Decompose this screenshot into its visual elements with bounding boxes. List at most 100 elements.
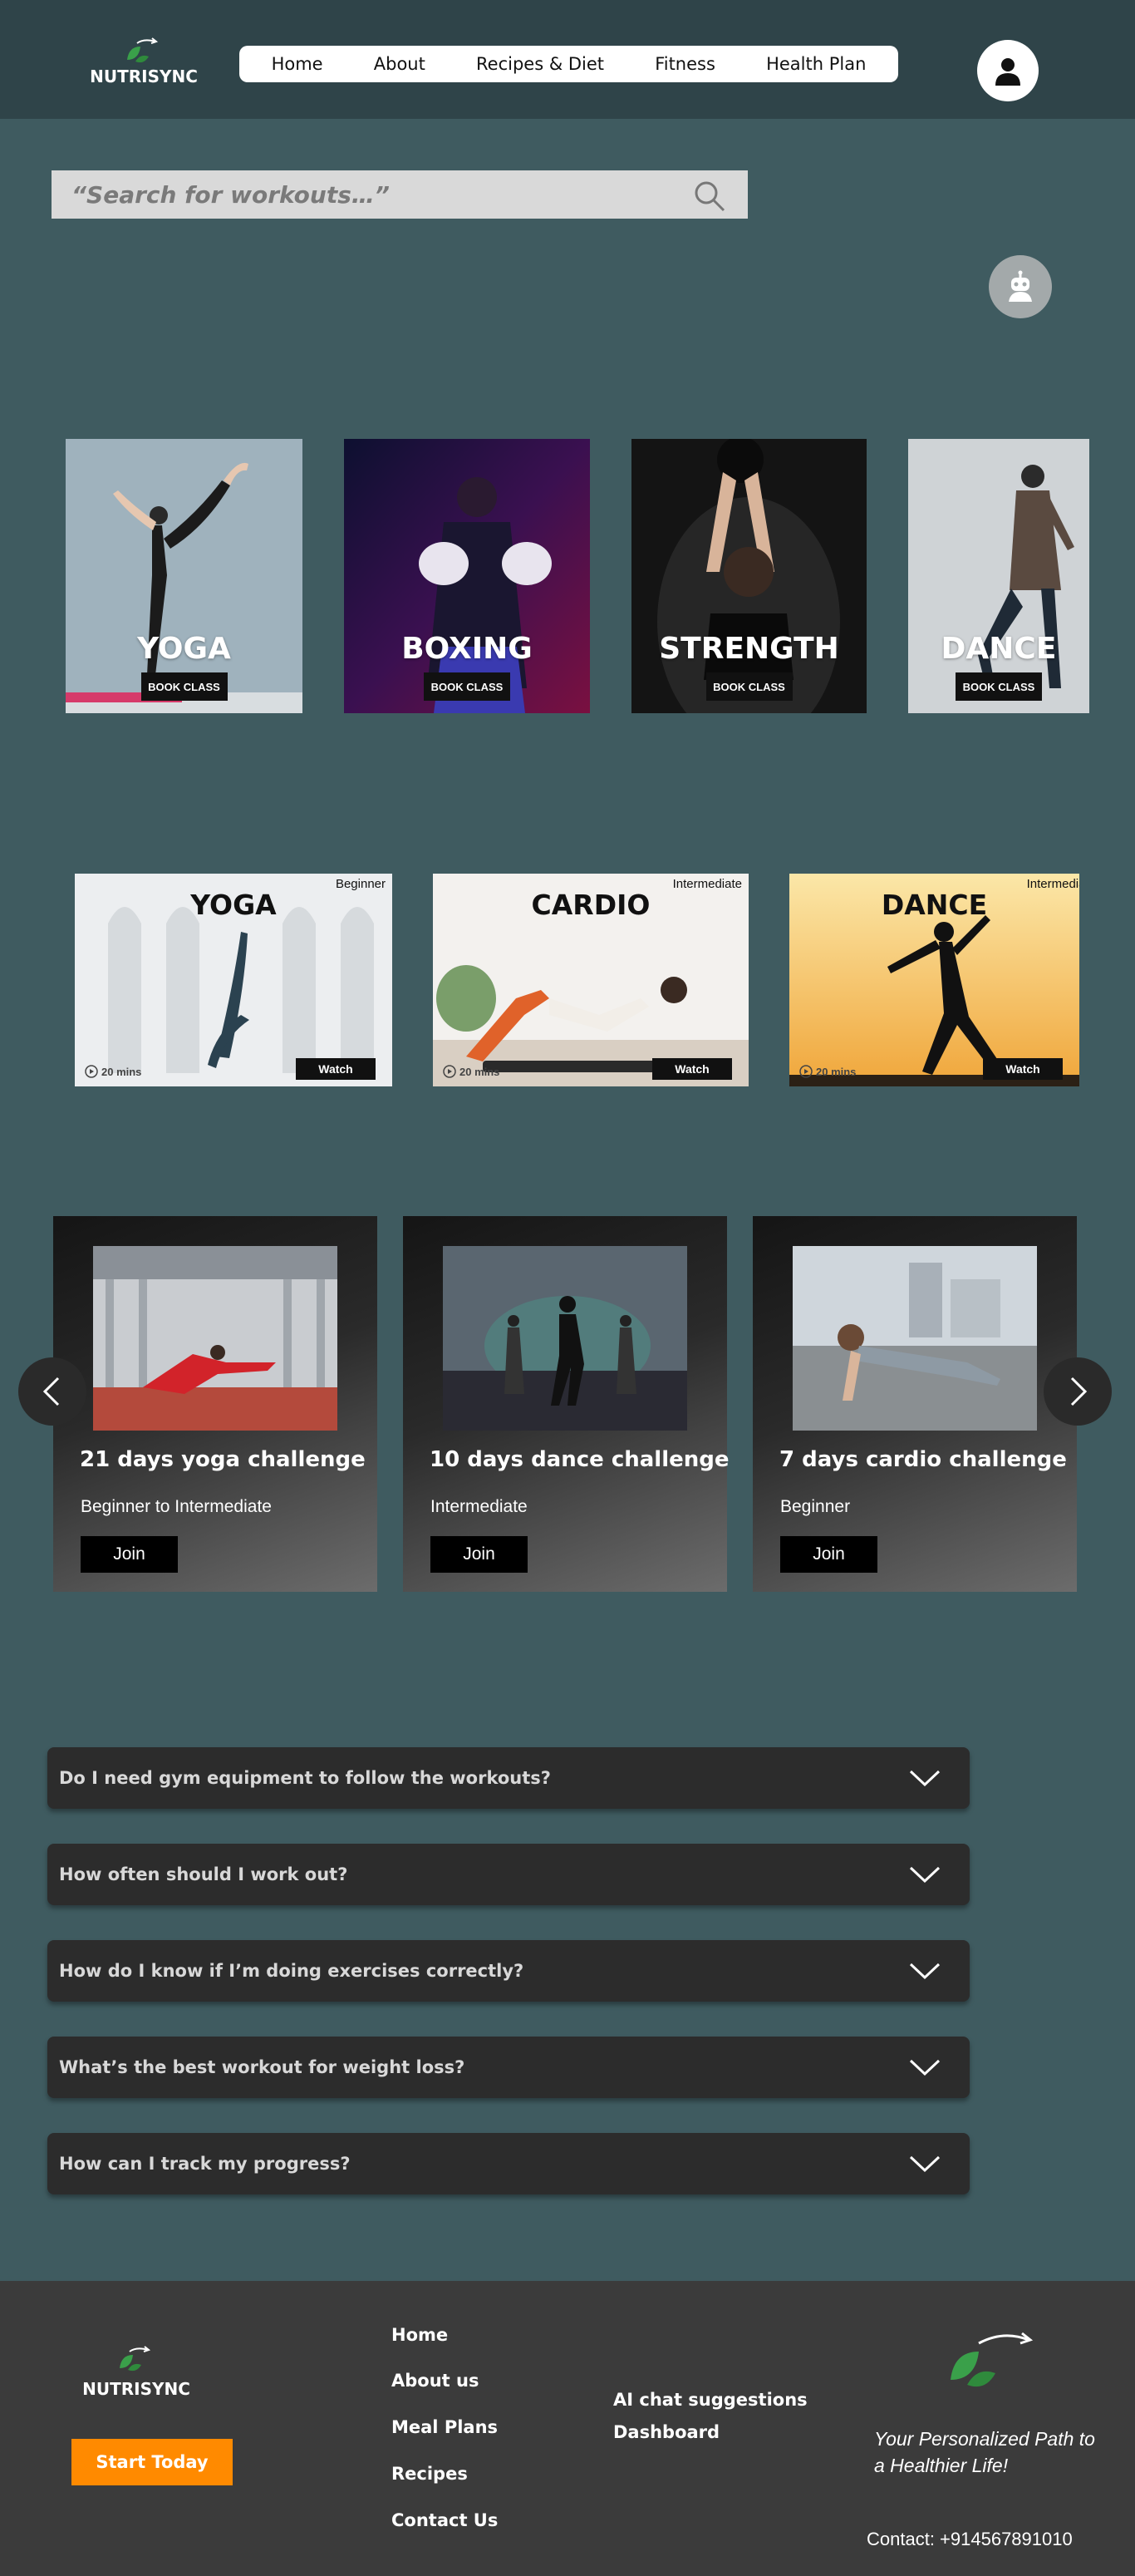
leaf-logo-icon — [127, 37, 159, 63]
brand-name: NUTRISYNC — [90, 66, 198, 86]
class-title: YOGA — [137, 632, 231, 666]
challenge-photo — [793, 1246, 1037, 1431]
watch-button[interactable]: Watch — [296, 1058, 376, 1080]
video-card-cardio[interactable]: CARDIO Intermediate 20 mins Watch — [433, 874, 749, 1086]
faq-question: What’s the best workout for weight loss? — [59, 2057, 465, 2077]
footer-contact: Contact: +914567891010 — [867, 2529, 1073, 2549]
faq-item[interactable]: Do I need gym equipment to follow the wo… — [47, 1747, 970, 1809]
challenge-title: 21 days yoga challenge — [80, 1447, 366, 1472]
footer-link-about-us[interactable]: About us — [391, 2371, 479, 2391]
start-today-button[interactable]: Start Today — [71, 2439, 233, 2485]
footer-link-contact-us[interactable]: Contact Us — [391, 2510, 498, 2530]
chevron-down-icon — [909, 2155, 941, 2173]
video-title: CARDIO — [531, 889, 651, 921]
chevron-left-icon — [42, 1377, 60, 1406]
join-button[interactable]: Join — [81, 1536, 178, 1573]
main-nav: Home About Recipes & Diet Fitness Health… — [239, 46, 898, 82]
chevron-right-icon — [1070, 1377, 1088, 1406]
footer-brand-logo[interactable]: NUTRISYNC — [78, 2340, 194, 2399]
challenge-photo — [93, 1246, 337, 1431]
join-button[interactable]: Join — [780, 1536, 877, 1573]
brand-logo[interactable]: NUTRISYNC — [90, 32, 198, 86]
class-title: STRENGTH — [659, 632, 839, 666]
chevron-down-icon — [909, 1963, 941, 1980]
faq-item[interactable]: How do I know if I’m doing exercises cor… — [47, 1940, 970, 2002]
search-bar — [52, 170, 748, 219]
watch-button[interactable]: Watch — [983, 1058, 1063, 1080]
faq-item[interactable]: How can I track my progress? — [47, 2133, 970, 2194]
book-class-button[interactable]: BOOK CLASS — [705, 672, 793, 701]
challenge-card-dance: 10 days dance challenge Intermediate Joi… — [403, 1216, 730, 1592]
challenge-photo — [443, 1246, 687, 1431]
footer-brand-name: NUTRISYNC — [82, 2379, 190, 2399]
challenge-level: Beginner to Intermediate — [81, 1497, 272, 1516]
chevron-down-icon — [909, 1866, 941, 1884]
user-icon — [995, 58, 1020, 86]
search-input[interactable] — [71, 180, 686, 209]
duration-label: 20 mins — [101, 1065, 142, 1078]
join-button[interactable]: Join — [430, 1536, 528, 1573]
duration: 20 mins — [799, 1065, 856, 1078]
ai-chat-button[interactable] — [989, 255, 1052, 318]
level-label: Beginner — [335, 877, 386, 891]
book-class-button[interactable]: BOOK CLASS — [424, 672, 510, 701]
chevron-down-icon — [909, 1770, 941, 1787]
faq-item[interactable]: What’s the best workout for weight loss? — [47, 2037, 970, 2098]
nav-home[interactable]: Home — [272, 54, 323, 74]
play-circle-icon — [443, 1065, 456, 1078]
nav-health-plan[interactable]: Health Plan — [766, 54, 866, 74]
faq-question: How do I know if I’m doing exercises cor… — [59, 1961, 524, 1981]
faq-question: How can I track my progress? — [59, 2154, 351, 2174]
challenge-title: 7 days cardio challenge — [779, 1447, 1067, 1472]
header: NUTRISYNC Home About Recipes & Diet Fitn… — [0, 0, 1135, 119]
video-title: DANCE — [881, 889, 988, 921]
challenge-card-yoga: 21 days yoga challenge Beginner to Inter… — [53, 1216, 377, 1592]
watch-button[interactable]: Watch — [652, 1058, 732, 1080]
play-circle-icon — [85, 1065, 98, 1078]
dance-challenge-photo — [443, 1246, 687, 1431]
class-title: DANCE — [941, 632, 1057, 666]
class-card-dance[interactable]: DANCE BOOK CLASS — [908, 439, 1089, 713]
footer-link-recipes[interactable]: Recipes — [391, 2464, 468, 2484]
book-class-button[interactable]: BOOK CLASS — [140, 672, 228, 701]
duration-label: 20 mins — [459, 1065, 500, 1078]
class-title: BOXING — [401, 632, 533, 666]
yoga-challenge-photo — [93, 1246, 337, 1431]
video-card-dance[interactable]: DANCE Intermediate 20 mins Watch — [789, 874, 1079, 1086]
footer-link-ai-chat[interactable]: AI chat suggestions — [613, 2390, 808, 2410]
duration: 20 mins — [85, 1065, 141, 1078]
faq-item[interactable]: How often should I work out? — [47, 1844, 970, 1905]
carousel-next-button[interactable] — [1044, 1357, 1112, 1426]
footer-link-meal-plans[interactable]: Meal Plans — [391, 2417, 498, 2437]
cardio-challenge-photo — [793, 1246, 1037, 1431]
class-card-boxing[interactable]: BOXING BOOK CLASS — [344, 439, 590, 713]
play-circle-icon — [799, 1065, 813, 1078]
duration: 20 mins — [443, 1065, 499, 1078]
nav-recipes-diet[interactable]: Recipes & Diet — [476, 54, 604, 74]
faq-question: Do I need gym equipment to follow the wo… — [59, 1768, 551, 1788]
search-icon[interactable] — [693, 180, 726, 213]
leaf-arrow-icon — [951, 2332, 1034, 2387]
book-class-button[interactable]: BOOK CLASS — [956, 672, 1042, 701]
class-card-strength[interactable]: STRENGTH BOOK CLASS — [631, 439, 867, 713]
challenge-level: Beginner — [780, 1497, 851, 1516]
footer-link-dashboard[interactable]: Dashboard — [613, 2422, 720, 2442]
faq-question: How often should I work out? — [59, 1864, 348, 1884]
challenge-level: Intermediate — [430, 1497, 528, 1516]
user-avatar-button[interactable] — [977, 40, 1039, 101]
challenge-title: 10 days dance challenge — [430, 1447, 730, 1472]
duration-label: 20 mins — [816, 1065, 857, 1078]
chevron-down-icon — [909, 2059, 941, 2076]
footer-tagline: Your Personalized Path to a Healthier Li… — [874, 2428, 1095, 2476]
class-card-yoga[interactable]: YOGA BOOK CLASS — [66, 439, 302, 713]
level-label: Intermediate — [672, 877, 742, 891]
video-card-yoga[interactable]: YOGA Beginner 20 mins Watch — [75, 874, 392, 1086]
video-title: YOGA — [190, 889, 277, 921]
nav-about[interactable]: About — [374, 54, 425, 74]
level-label: Intermediate — [1026, 877, 1079, 891]
challenge-card-cardio: 7 days cardio challenge Beginner Join — [753, 1216, 1077, 1592]
leaf-logo-icon — [120, 2346, 151, 2372]
nav-fitness[interactable]: Fitness — [655, 54, 715, 74]
carousel-prev-button[interactable] — [18, 1357, 86, 1426]
footer-link-home[interactable]: Home — [391, 2325, 448, 2345]
